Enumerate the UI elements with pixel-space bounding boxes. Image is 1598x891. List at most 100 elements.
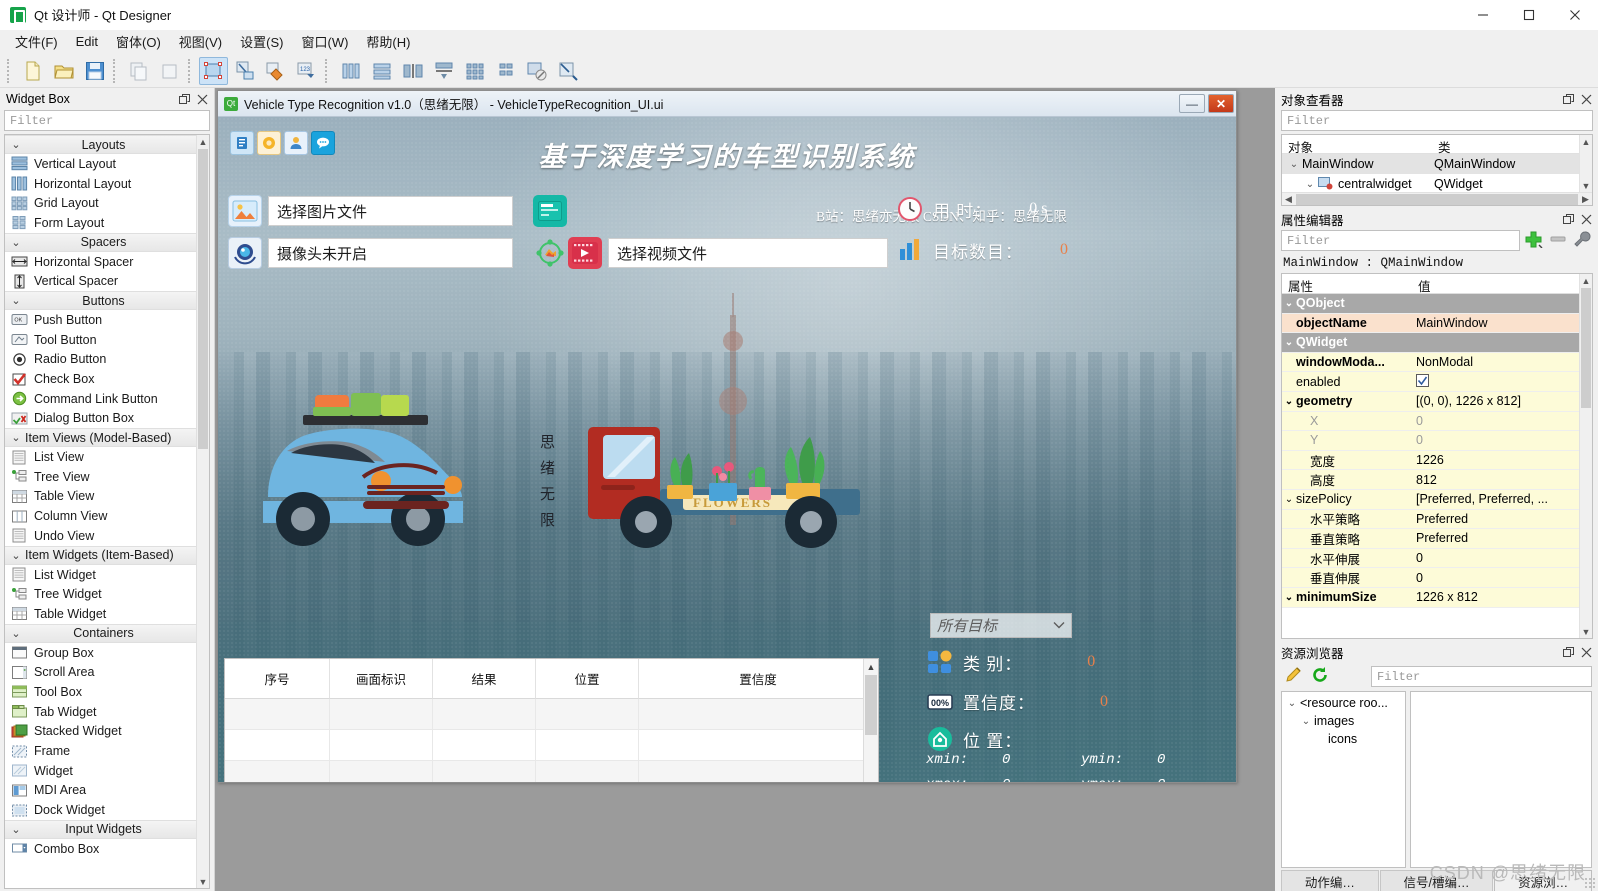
property-row-qwidget[interactable]: ⌄QWidget: [1282, 333, 1579, 353]
menu-file[interactable]: 文件(F): [6, 29, 67, 54]
chevron-down-icon[interactable]: ⌄: [1284, 698, 1300, 709]
resize-grip[interactable]: [1584, 877, 1596, 889]
widget-box-item-combo-box[interactable]: Combo Box: [5, 839, 196, 859]
select-video-file-input[interactable]: 选择视频文件: [608, 238, 888, 268]
scroll-down-icon[interactable]: ▼: [197, 875, 209, 888]
layout-horizontally-icon[interactable]: [336, 57, 365, 85]
close-icon[interactable]: [1578, 211, 1594, 227]
property-row-水平伸展[interactable]: 水平伸展0: [1282, 549, 1579, 569]
copy-icon[interactable]: [155, 57, 184, 85]
property-value[interactable]: MainWindow: [1412, 316, 1579, 330]
layout-in-form-icon[interactable]: [491, 57, 520, 85]
property-row-objectname[interactable]: objectNameMainWindow: [1282, 314, 1579, 334]
widget-box-item-tree-view[interactable]: Tree View: [5, 467, 196, 487]
image-file-icon[interactable]: [228, 195, 262, 227]
widget-box-item-command-link-button[interactable]: Command Link Button: [5, 389, 196, 409]
property-value[interactable]: 1226 x 812: [1412, 590, 1579, 604]
widget-box-item-frame[interactable]: Frame: [5, 741, 196, 761]
property-row-水平策略[interactable]: 水平策略Preferred: [1282, 510, 1579, 530]
property-value[interactable]: 812: [1412, 473, 1579, 487]
chevron-down-icon[interactable]: ⌄: [1282, 337, 1296, 348]
resource-tree-node[interactable]: icons: [1282, 730, 1405, 748]
edit-signals-slots-icon[interactable]: [230, 57, 259, 85]
property-value[interactable]: [(0, 0), 1226 x 812]: [1412, 394, 1579, 408]
menu-settings[interactable]: 设置(S): [231, 29, 292, 54]
close-icon[interactable]: [1552, 0, 1598, 30]
chevron-down-icon[interactable]: ⌄: [7, 549, 25, 562]
widget-box-group-layouts[interactable]: ⌄Layouts: [5, 135, 196, 154]
widget-box-group-spacers[interactable]: ⌄Spacers: [5, 233, 196, 252]
object-tree-vscrollbar[interactable]: ▲ ▼: [1579, 135, 1592, 192]
chevron-down-icon[interactable]: ⌄: [7, 294, 25, 307]
widget-box-group-item-views-model-based[interactable]: ⌄Item Views (Model-Based): [5, 428, 196, 447]
settings-gear-icon[interactable]: [257, 131, 281, 155]
widget-box-item-check-box[interactable]: Check Box: [5, 369, 196, 389]
remove-property-icon[interactable]: [1548, 230, 1568, 251]
toolbar-grip[interactable]: [188, 59, 195, 83]
widget-box-item-grid-layout[interactable]: Grid Layout: [5, 193, 196, 213]
scroll-up-icon[interactable]: ▲: [1580, 135, 1592, 148]
add-property-icon[interactable]: [1524, 230, 1544, 251]
table-row[interactable]: [225, 699, 878, 730]
widget-box-filter[interactable]: Filter: [4, 110, 210, 131]
break-layout-icon[interactable]: [522, 57, 551, 85]
property-row-x[interactable]: X0: [1282, 412, 1579, 432]
chevron-down-icon[interactable]: ⌄: [7, 431, 25, 444]
widget-box-item-table-widget[interactable]: Table Widget: [5, 604, 196, 624]
chevron-down-icon[interactable]: ⌄: [1282, 298, 1296, 309]
widget-box-item-stacked-widget[interactable]: Stacked Widget: [5, 722, 196, 742]
widget-box-item-widget[interactable]: Widget: [5, 761, 196, 781]
scrollbar-thumb[interactable]: [1581, 288, 1591, 408]
close-icon[interactable]: [194, 91, 210, 107]
object-tree-row-mainwindow[interactable]: ⌄MainWindowQMainWindow: [1282, 154, 1592, 174]
layout-vertically-icon[interactable]: [367, 57, 396, 85]
property-value[interactable]: Preferred: [1412, 531, 1579, 545]
scroll-up-icon[interactable]: ▲: [197, 135, 209, 148]
menu-edit[interactable]: Edit: [67, 31, 107, 52]
new-form-icon[interactable]: [18, 57, 47, 85]
widget-box-item-table-view[interactable]: Table View: [5, 487, 196, 507]
toolbar-grip[interactable]: [113, 59, 120, 83]
property-row-垂直伸展[interactable]: 垂直伸展0: [1282, 568, 1579, 588]
object-tree-hscrollbar[interactable]: ◀ ▶: [1282, 192, 1592, 205]
property-row-qobject[interactable]: ⌄QObject: [1282, 294, 1579, 314]
property-value[interactable]: 0: [1412, 551, 1579, 565]
property-value[interactable]: [Preferred, Preferred, ...: [1412, 492, 1579, 506]
widget-box-item-tool-button[interactable]: Tool Button: [5, 330, 196, 350]
widget-box-item-list-widget[interactable]: List Widget: [5, 565, 196, 585]
video-file-icon[interactable]: [568, 237, 602, 269]
widget-box-item-list-view[interactable]: List View: [5, 447, 196, 467]
cut-icon[interactable]: [124, 57, 153, 85]
widget-box-group-input-widgets[interactable]: ⌄Input Widgets: [5, 820, 196, 839]
tab-signal-slot-editor[interactable]: 信号/槽编…: [1380, 870, 1494, 891]
configure-icon[interactable]: [1572, 230, 1592, 251]
resource-tree-node[interactable]: ⌄<resource roo...: [1282, 694, 1405, 712]
chevron-down-icon[interactable]: [1053, 617, 1065, 634]
adjust-size-icon[interactable]: [553, 57, 582, 85]
widget-box-item-dock-widget[interactable]: Dock Widget: [5, 800, 196, 820]
chevron-down-icon[interactable]: ⌄: [1298, 716, 1314, 727]
chevron-down-icon[interactable]: ⌄: [7, 627, 25, 640]
chevron-down-icon[interactable]: ⌄: [1282, 592, 1296, 603]
widget-box-group-buttons[interactable]: ⌄Buttons: [5, 291, 196, 310]
resource-tree[interactable]: ⌄<resource roo...⌄imagesicons: [1281, 691, 1406, 868]
property-value[interactable]: 0: [1412, 414, 1579, 428]
menu-form[interactable]: 窗体(O): [107, 29, 170, 54]
edit-tab-order-icon[interactable]: 123: [292, 57, 321, 85]
widget-box-group-item-widgets-item-based[interactable]: ⌄Item Widgets (Item-Based): [5, 546, 196, 565]
results-table-scrollbar[interactable]: ▲ ▼: [863, 659, 878, 782]
model-palette-icon[interactable]: [533, 237, 567, 269]
camera-status-input[interactable]: 摄像头未开启: [268, 238, 513, 268]
layout-in-splitter-v-icon[interactable]: [429, 57, 458, 85]
widget-box-item-form-layout[interactable]: Form Layout: [5, 213, 196, 233]
float-icon[interactable]: [176, 91, 192, 107]
property-row-垂直策略[interactable]: 垂直策略Preferred: [1282, 529, 1579, 549]
close-icon[interactable]: [1578, 91, 1594, 107]
widget-box-item-horizontal-spacer[interactable]: Horizontal Spacer: [5, 252, 196, 272]
property-value[interactable]: 0: [1412, 433, 1579, 447]
property-value[interactable]: NonModal: [1412, 355, 1579, 369]
property-row-宽度[interactable]: 宽度1226: [1282, 451, 1579, 471]
widget-box-item-group-box[interactable]: Group Box: [5, 643, 196, 663]
property-row-enabled[interactable]: enabled: [1282, 372, 1579, 392]
widget-box-group-containers[interactable]: ⌄Containers: [5, 624, 196, 643]
